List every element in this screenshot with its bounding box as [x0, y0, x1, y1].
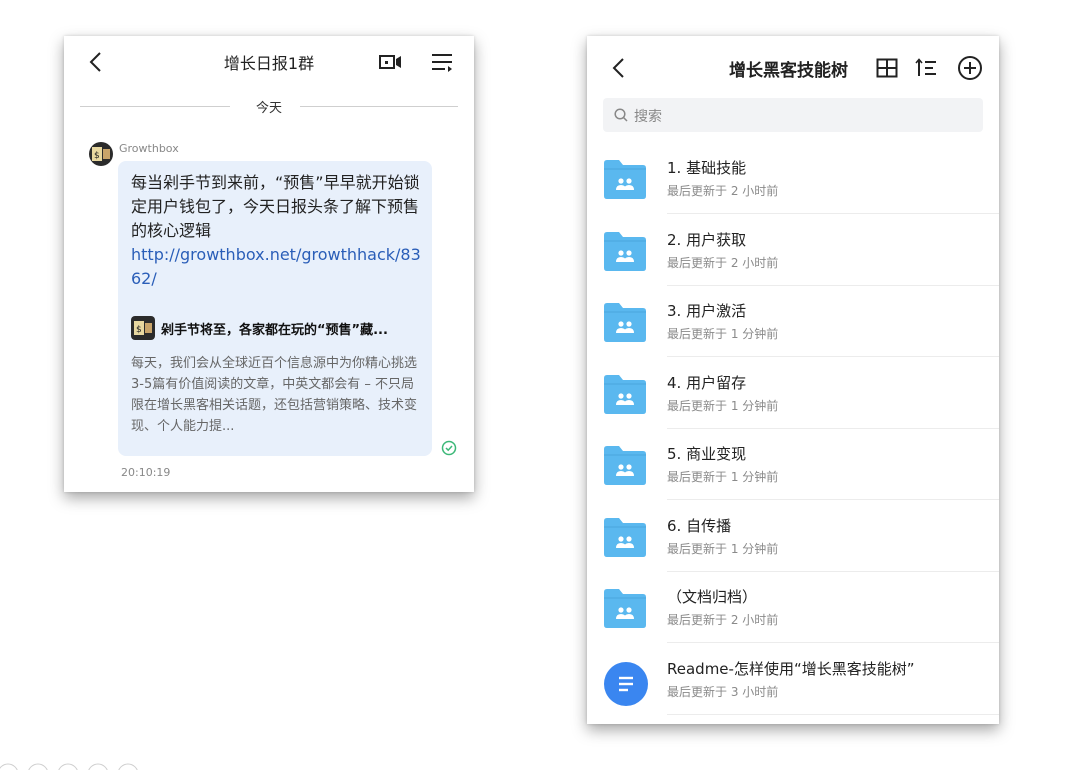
svg-text:$: $: [94, 151, 100, 161]
card-description: 每天，我们会从全球近百个信息源中为你精心挑选3-5篇有价值阅读的文章，中英文都会…: [131, 356, 418, 434]
shared-folder-icon: [604, 374, 646, 414]
read-check-icon: [441, 440, 457, 456]
folder-item[interactable]: 6. 自传播最后更新于 1 分钟前: [587, 501, 999, 572]
folder-item[interactable]: （文档归档） 最后更新于 2 小时前: [587, 572, 999, 643]
shared-folder-icon: [604, 303, 646, 342]
svg-text:$: $: [136, 325, 142, 335]
item-name: 5. 商业变现: [667, 445, 747, 463]
item-name: 6. 自传播: [667, 516, 732, 535]
item-name: Readme-怎样使用“增长黑客技能树”: [667, 659, 915, 678]
video-call-icon[interactable]: [378, 53, 404, 71]
card-thumbnail: $: [131, 316, 155, 340]
chat-title: 增长日报1群: [223, 54, 315, 73]
search-input[interactable]: 搜索: [603, 98, 983, 132]
shared-folder-icon: [604, 517, 646, 557]
message-bubble[interactable]: 每当剁手节到来前，“预售”早早就开始锁定用户钱包了，今天日报头条了解下预售的核心…: [118, 161, 432, 456]
folder-title: 增长黑客技能树: [729, 61, 848, 81]
back-icon[interactable]: [609, 56, 631, 80]
item-name: （文档归档）: [667, 588, 758, 606]
item-updated: 最后更新于 1 分钟前: [667, 541, 779, 556]
shared-folder-icon: [604, 231, 646, 271]
folder-item[interactable]: 1. 基础技能最后更新于 2 小时前: [587, 143, 999, 214]
file-list-window: 增长黑客技能树 搜索 1. 基础技能 最后更新于 2 小时前 2. 用户获取 最后更新…: [587, 36, 999, 724]
document-icon: [604, 661, 648, 706]
folder-item[interactable]: 2. 用户获取最后更新于 2 小时前: [587, 215, 999, 286]
grid-view-icon[interactable]: [876, 58, 898, 78]
item-updated: 最后更新于 2 小时前: [667, 184, 779, 198]
folder-item[interactable]: 4. 用户留存最后更新于 1 分钟前: [587, 358, 999, 429]
menu-icon[interactable]: [430, 52, 454, 72]
sort-icon[interactable]: [915, 58, 937, 78]
shared-folder-icon: [604, 446, 646, 485]
chat-window: 增长日报1群 今天 $ Growthbox 每当剁手节到来前，“预售”早早就开始…: [64, 36, 474, 492]
item-name: 2. 用户获取: [667, 230, 747, 249]
chat-header: 增长日报1群: [64, 36, 474, 88]
message-body: 每当剁手节到来前，“预售”早早就开始锁定用户钱包了，今天日报头条了解下预售的核心…: [131, 171, 427, 291]
row-divider: [667, 713, 999, 715]
document-item[interactable]: Readme-怎样使用“增长黑客技能树” 最后更新于 3 小时前: [587, 644, 999, 715]
shared-folder-icon: [604, 589, 646, 628]
link-card[interactable]: $ 剁手节将至，各家都在玩的“预售”藏...: [131, 316, 423, 340]
folder-item[interactable]: 3. 用户激活最后更新于 1 分钟前: [587, 286, 999, 357]
item-updated: 最后更新于 2 小时前: [667, 613, 779, 627]
bottom-toolbar-icons: [0, 763, 138, 770]
item-updated: 最后更新于 1 分钟前: [667, 470, 779, 484]
item-updated: 最后更新于 3 小时前: [667, 684, 779, 699]
message-time: 20:10:19: [121, 466, 171, 479]
message-link[interactable]: http://growthbox.net/growthhack/8362/: [131, 243, 427, 291]
message-text: 每当剁手节到来前，“预售”早早就开始锁定用户钱包了，今天日报头条了解下预售的核心…: [131, 173, 420, 240]
shared-folder-icon: [604, 160, 646, 199]
search-placeholder: 搜索: [634, 109, 662, 125]
item-updated: 最后更新于 1 分钟前: [667, 327, 779, 341]
item-name: 3. 用户激活: [667, 302, 747, 320]
item-name: 4. 用户留存: [667, 373, 747, 392]
sender-name: Growthbox: [119, 142, 179, 155]
item-name: 1. 基础技能: [667, 159, 747, 177]
item-updated: 最后更新于 2 小时前: [667, 255, 779, 270]
search-icon: [614, 108, 628, 122]
divider-right: [300, 106, 458, 107]
card-title: 剁手节将至，各家都在玩的“预售”藏...: [161, 323, 388, 338]
item-updated: 最后更新于 1 分钟前: [667, 398, 779, 413]
sender-avatar[interactable]: $: [89, 142, 113, 166]
folder-item[interactable]: 5. 商业变现最后更新于 1 分钟前: [587, 429, 999, 500]
add-icon[interactable]: [957, 55, 983, 81]
